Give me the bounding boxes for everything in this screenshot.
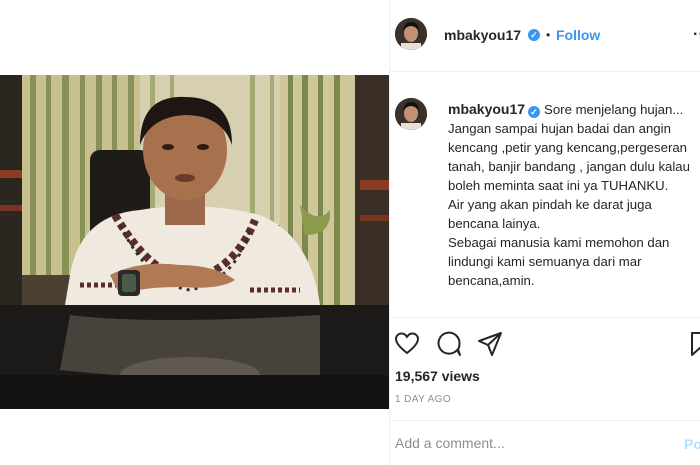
- separator-dot: •: [546, 28, 551, 42]
- avatar[interactable]: [395, 18, 427, 50]
- comment-icon[interactable]: [435, 330, 463, 358]
- caption-avatar[interactable]: [395, 98, 427, 130]
- bookmark-icon[interactable]: [687, 330, 700, 358]
- caption-line: Air yang akan pindah ke darat juga benca…: [448, 197, 652, 231]
- view-count[interactable]: 19,567 views: [395, 368, 480, 384]
- caption-username[interactable]: mbakyou17: [448, 101, 525, 117]
- media-panel: [0, 0, 389, 465]
- post-details-panel: mbakyou17 ✓ • Follow ... mbakyou17✓Sore …: [389, 0, 700, 465]
- comment-input[interactable]: [395, 435, 665, 451]
- post-header: mbakyou17 ✓ • Follow ...: [390, 0, 700, 72]
- comment-bar: Post: [390, 420, 700, 465]
- header-username[interactable]: mbakyou17: [444, 27, 521, 43]
- verified-badge-icon: ✓: [528, 29, 540, 41]
- caption-first-line: Sore menjelang hujan...: [544, 102, 684, 117]
- caption-line: Sebagai manusia kami memohon dan lindung…: [448, 235, 670, 288]
- action-bar: 19,567 views 1 DAY AGO: [390, 317, 700, 437]
- video-frame-image: [0, 75, 389, 409]
- post-timestamp[interactable]: 1 DAY AGO: [395, 394, 451, 405]
- caption-section: mbakyou17 ✓ Sore menjelang hujan... Jangan…: [390, 86, 700, 316]
- post-video[interactable]: [0, 75, 389, 409]
- verified-badge-icon: ✓: [528, 106, 541, 118]
- caption-text: mbakyou17 ✓ Sore menjelang hujan... Jangan…: [448, 100, 698, 290]
- caption-line: Jangan sampai hujan badai dan angin kenc…: [448, 121, 690, 193]
- share-icon[interactable]: [476, 330, 504, 358]
- heart-icon[interactable]: [393, 330, 421, 358]
- post-comment-button[interactable]: Post: [684, 436, 700, 452]
- more-options-button[interactable]: ...: [693, 22, 700, 40]
- follow-button[interactable]: Follow: [556, 27, 600, 43]
